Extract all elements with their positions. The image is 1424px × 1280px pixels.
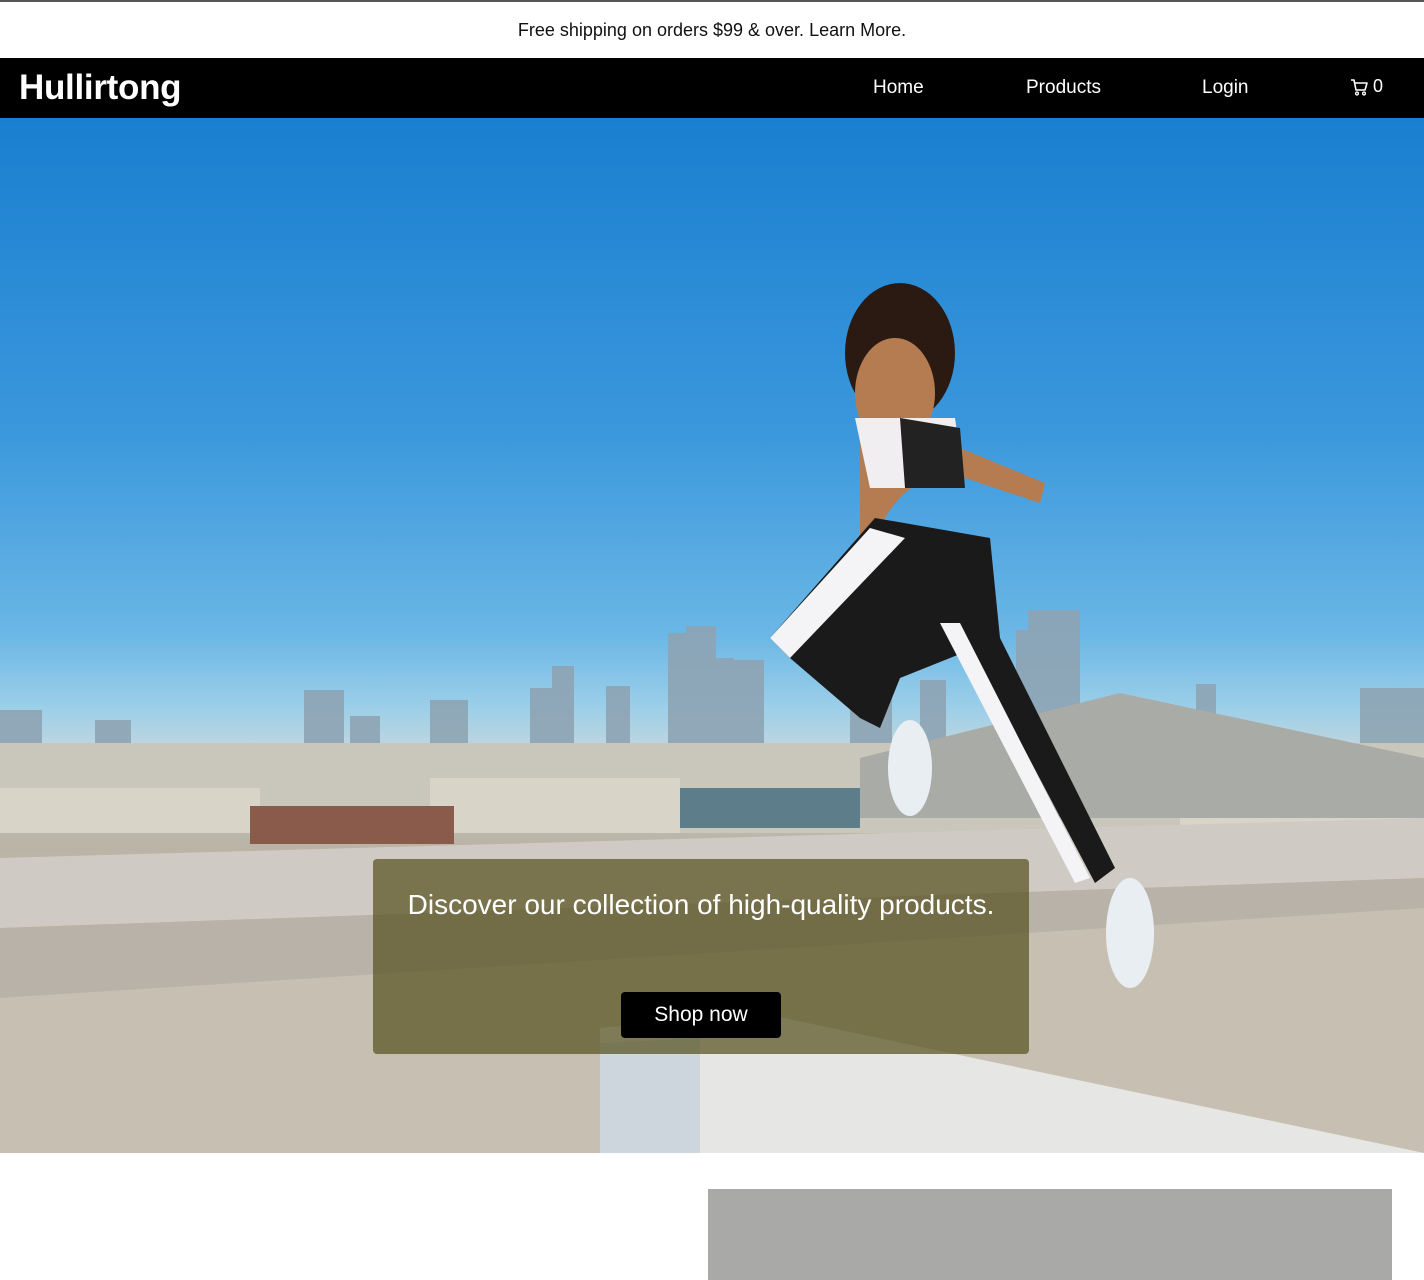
cart-icon [1351, 78, 1368, 96]
hero-banner: Discover our collection of high-quality … [0, 118, 1424, 1153]
navbar: Hullirtong Home Products Login 0 [0, 58, 1424, 118]
learn-more-link[interactable]: Learn More. [809, 20, 906, 41]
nav-login-link[interactable]: Login [1202, 77, 1249, 99]
shop-now-button[interactable]: Shop now [621, 992, 781, 1038]
announcement-text: Free shipping on orders $99 & over. [517, 19, 805, 40]
nav-products-link[interactable]: Products [1026, 77, 1101, 99]
featured-product-image[interactable] [708, 1189, 1392, 1280]
hero-overlay-panel: Discover our collection of high-quality … [373, 859, 1029, 1054]
brand-logo[interactable]: Hullirtong [19, 68, 182, 108]
cart-button[interactable]: 0 [1350, 76, 1383, 97]
nav-home-link[interactable]: Home [873, 77, 924, 99]
announcement-bar: Free shipping on orders $99 & over. Lear… [0, 2, 1424, 58]
cart-count: 0 [1373, 76, 1384, 96]
hero-headline: Discover our collection of high-quality … [407, 889, 995, 920]
